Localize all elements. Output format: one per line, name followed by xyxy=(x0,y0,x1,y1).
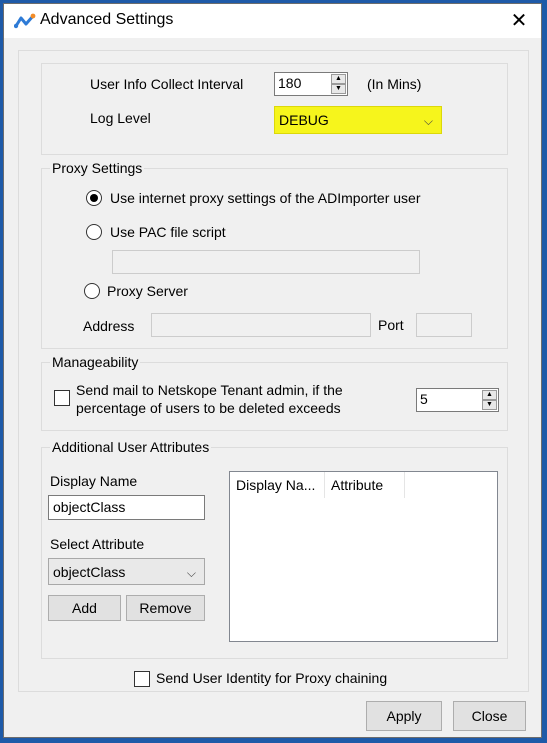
title-bar: Advanced Settings ✕ xyxy=(4,4,541,38)
settings-panel: User Info Collect Interval 180 ▲ ▼ (In Mi… xyxy=(18,50,529,692)
column-header-attribute[interactable]: Attribute xyxy=(325,472,405,498)
spin-arrows-icon[interactable]: ▲ ▼ xyxy=(482,390,497,410)
send-mail-label-line2: percentage of users to be deleted exceed… xyxy=(76,400,341,416)
display-name-field[interactable]: objectClass xyxy=(48,495,205,520)
apply-button[interactable]: Apply xyxy=(366,701,442,731)
display-name-label: Display Name xyxy=(50,473,138,489)
proxy-settings-group: Proxy Settings Use internet proxy settin… xyxy=(41,160,508,349)
spin-arrows-icon[interactable]: ▲ ▼ xyxy=(331,74,346,94)
remove-button[interactable]: Remove xyxy=(126,595,205,621)
additional-attributes-group: Additional User Attributes Display Name … xyxy=(41,439,508,659)
close-button[interactable]: Close xyxy=(453,701,526,731)
proxy-settings-title: Proxy Settings xyxy=(50,160,145,176)
send-mail-label-line1: Send mail to Netskope Tenant admin, if t… xyxy=(76,382,343,398)
interval-unit: (In Mins) xyxy=(367,76,422,92)
chevron-down-icon: ⌵ xyxy=(423,114,433,128)
address-label: Address xyxy=(83,318,135,334)
select-attribute-dropdown[interactable]: objectClass ⌵ xyxy=(48,558,205,585)
proxy-pac-label: Use PAC file script xyxy=(110,224,226,240)
port-label: Port xyxy=(378,317,404,333)
interval-label: User Info Collect Interval xyxy=(90,76,244,92)
pac-file-field[interactable] xyxy=(112,250,420,274)
netskope-logo-icon xyxy=(14,13,36,29)
manageability-group: Manageability Send mail to Netskope Tena… xyxy=(41,354,508,431)
select-attribute-value: objectClass xyxy=(53,564,126,580)
add-button[interactable]: Add xyxy=(48,595,121,621)
proxy-system-label: Use internet proxy settings of the ADImp… xyxy=(110,190,421,206)
select-attribute-label: Select Attribute xyxy=(50,536,145,552)
manageability-title: Manageability xyxy=(50,354,141,370)
log-level-label: Log Level xyxy=(90,110,151,126)
general-group: User Info Collect Interval 180 ▲ ▼ (In Mi… xyxy=(41,63,508,155)
additional-attributes-title: Additional User Attributes xyxy=(50,439,212,455)
send-mail-checkbox[interactable] xyxy=(54,390,70,406)
advanced-settings-window: Advanced Settings ✕ User Info Collect In… xyxy=(3,3,542,738)
threshold-value: 5 xyxy=(420,391,428,407)
port-field[interactable] xyxy=(416,313,472,337)
log-level-select[interactable]: DEBUG ⌵ xyxy=(274,106,442,134)
interval-value: 180 xyxy=(278,75,302,91)
column-header-display-name[interactable]: Display Na... xyxy=(230,472,325,498)
interval-stepper[interactable]: 180 ▲ ▼ xyxy=(274,72,348,96)
address-field[interactable] xyxy=(151,313,371,337)
log-level-value: DEBUG xyxy=(279,112,329,128)
proxy-chaining-checkbox[interactable] xyxy=(134,671,150,687)
proxy-server-radio[interactable] xyxy=(84,283,100,299)
close-icon[interactable]: ✕ xyxy=(505,8,533,34)
proxy-system-radio[interactable] xyxy=(86,190,102,206)
chevron-down-icon: ⌵ xyxy=(186,566,196,580)
proxy-server-label: Proxy Server xyxy=(107,283,188,299)
window-title: Advanced Settings xyxy=(40,11,174,28)
proxy-pac-radio[interactable] xyxy=(86,224,102,240)
proxy-chaining-label: Send User Identity for Proxy chaining xyxy=(156,670,388,686)
attributes-list[interactable]: Display Na... Attribute xyxy=(229,471,498,642)
threshold-stepper[interactable]: 5 ▲ ▼ xyxy=(416,388,499,412)
